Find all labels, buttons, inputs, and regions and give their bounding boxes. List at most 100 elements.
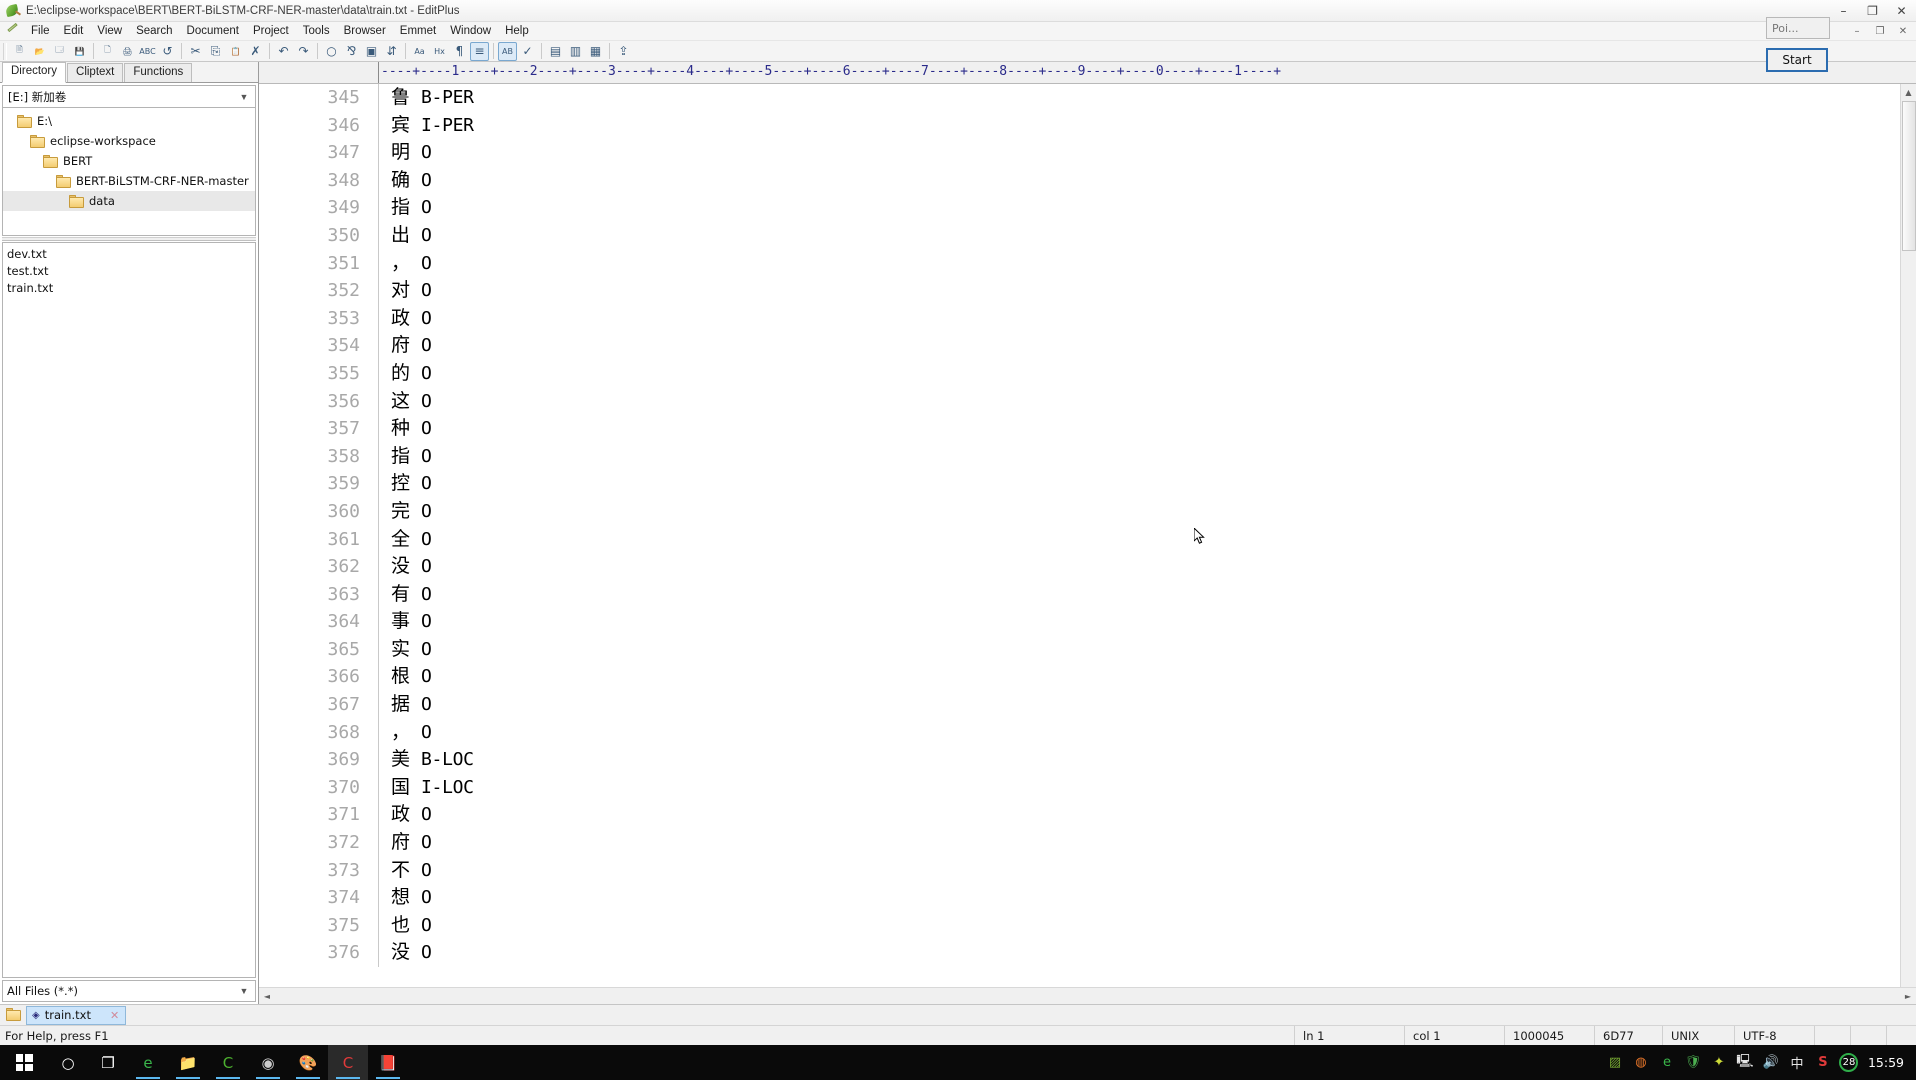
text-lines[interactable]: 345 鲁 B-PER 346 宾 I-PER 347 明 O 348 确 O 349 指 O 350 出 O 35…	[259, 84, 1900, 987]
editor-line[interactable]: 353 政 O	[259, 304, 1900, 333]
editor-line[interactable]: 367 据 O	[259, 691, 1900, 719]
close-button[interactable]: ✕	[1887, 0, 1916, 22]
vertical-scrollbar[interactable]: ▲	[1900, 84, 1916, 987]
tree-item-data[interactable]: data	[3, 191, 255, 211]
menu-item-emmet[interactable]: Emmet	[393, 23, 443, 39]
cut-icon[interactable]: ✂	[186, 42, 205, 61]
find-icon[interactable]: ○	[322, 42, 341, 61]
editor-line[interactable]: 370 国 I-LOC	[259, 773, 1900, 802]
menu-item-tools[interactable]: Tools	[296, 23, 337, 39]
reload-icon[interactable]: ↺	[158, 42, 177, 61]
user-tool-icon[interactable]: ▥	[566, 42, 585, 61]
editor-line[interactable]: 374 想 O	[259, 884, 1900, 912]
panel-splitter[interactable]	[2, 237, 256, 241]
menu-item-window[interactable]: Window	[443, 23, 498, 39]
menu-item-browser[interactable]: Browser	[337, 23, 393, 39]
security-score-badge[interactable]: 28	[1836, 1045, 1862, 1080]
toolbar-grip[interactable]	[3, 42, 7, 60]
new-file-icon[interactable]: 🗎	[10, 42, 29, 61]
update-tray-icon[interactable]: ✦	[1706, 1045, 1732, 1080]
nvidia-tray-icon[interactable]: ▨	[1602, 1045, 1628, 1080]
editor-line[interactable]: 358 指 O	[259, 442, 1900, 471]
folder-icon[interactable]	[6, 1008, 22, 1022]
close-file-icon[interactable]: 🗔	[50, 42, 69, 61]
editor-line[interactable]: 361 全 O	[259, 525, 1900, 554]
start-button[interactable]	[0, 1045, 48, 1080]
file-explorer-icon[interactable]: 📁	[168, 1045, 208, 1080]
status-resize-grip[interactable]	[1886, 1025, 1916, 1046]
tree-item-bert-bilstm-crf-ner-master[interactable]: BERT-BiLSTM-CRF-NER-master	[3, 171, 255, 191]
horizontal-scroll-track[interactable]	[275, 988, 1900, 1004]
tab-directory[interactable]: Directory	[2, 62, 67, 83]
cortana-search-icon[interactable]: ○	[48, 1045, 88, 1080]
goto-line-icon[interactable]: ⇵	[382, 42, 401, 61]
file-item-train-txt[interactable]: train.txt	[3, 279, 255, 296]
print-preview-icon[interactable]: 🗋	[98, 42, 117, 61]
horizontal-scrollbar[interactable]: ◄ ►	[259, 987, 1916, 1004]
replace-icon[interactable]: ⅋	[342, 42, 361, 61]
editor-line[interactable]: 348 确 O	[259, 166, 1900, 195]
editor-line[interactable]: 345 鲁 B-PER	[259, 84, 1900, 112]
editor-line[interactable]: 375 也 O	[259, 911, 1900, 940]
browser-preview-icon[interactable]: ▤	[546, 42, 565, 61]
taskbar-clock[interactable]: 15:59	[1862, 1055, 1916, 1070]
menu-item-project[interactable]: Project	[246, 23, 296, 39]
editor-line[interactable]: 359 控 O	[259, 470, 1900, 498]
minimize-button[interactable]: –	[1829, 0, 1858, 22]
file-item-test-txt[interactable]: test.txt	[3, 262, 255, 279]
doc-minimize-button[interactable]: –	[1846, 23, 1868, 39]
editor-line[interactable]: 352 对 O	[259, 277, 1900, 305]
scroll-up-arrow-icon[interactable]: ▲	[1900, 84, 1916, 100]
volume-icon[interactable]: 🔊	[1758, 1045, 1784, 1080]
wechat-icon[interactable]: C	[208, 1045, 248, 1080]
editor-line[interactable]: 373 不 O	[259, 856, 1900, 885]
editor-line[interactable]: 362 没 O	[259, 553, 1900, 581]
editor-line[interactable]: 351 ， O	[259, 249, 1900, 278]
doc-close-button[interactable]: ✕	[1892, 23, 1914, 39]
tree-item-eclipse-workspace[interactable]: eclipse-workspace	[3, 131, 255, 151]
redo-icon[interactable]: ↷	[294, 42, 313, 61]
paint-icon[interactable]: 🎨	[288, 1045, 328, 1080]
chevron-down-icon[interactable]: ▼	[236, 86, 252, 107]
tab-functions[interactable]: Functions	[124, 63, 193, 82]
scroll-right-arrow-icon[interactable]: ►	[1900, 988, 1916, 1004]
editplus-icon[interactable]: C	[328, 1045, 368, 1080]
undo-icon[interactable]: ↶	[274, 42, 293, 61]
hex-view-icon[interactable]: Hx	[430, 42, 449, 61]
editor-line[interactable]: 372 府 O	[259, 829, 1900, 857]
toggle-case-icon[interactable]: AB	[498, 41, 517, 61]
document-tab-train-txt[interactable]: ◈ train.txt ✕	[26, 1005, 127, 1025]
copy-icon[interactable]: ⎘	[206, 42, 225, 61]
doc-restore-button[interactable]: ❐	[1869, 23, 1891, 39]
find-in-files-icon[interactable]: ▣	[362, 42, 381, 61]
html-toolbar-icon[interactable]: ▦	[586, 42, 605, 61]
tree-item-e[interactable]: E:\	[3, 111, 255, 131]
menu-item-document[interactable]: Document	[180, 23, 246, 39]
task-view-icon[interactable]: ❐	[88, 1045, 128, 1080]
filter-chevron-down-icon[interactable]: ▼	[236, 981, 252, 1001]
spell-check-icon[interactable]: ABC	[138, 42, 157, 61]
delete-icon[interactable]: ✗	[246, 42, 265, 61]
menu-item-edit[interactable]: Edit	[57, 23, 91, 39]
drive-selector[interactable]: [E:] 新加卷 ▼	[2, 85, 256, 108]
editor-line[interactable]: 355 的 O	[259, 359, 1900, 388]
open-file-icon[interactable]: 📂	[30, 42, 49, 61]
vertical-scroll-thumb[interactable]	[1902, 101, 1916, 251]
app-tray-icon[interactable]: ◍	[1628, 1045, 1654, 1080]
notepad-icon[interactable]: 📕	[368, 1045, 408, 1080]
editor-line[interactable]: 346 宾 I-PER	[259, 111, 1900, 140]
file-filter-combo[interactable]: All Files (*.*) ▼	[2, 980, 256, 1002]
scroll-left-arrow-icon[interactable]: ◄	[259, 988, 275, 1004]
editor-line[interactable]: 349 指 O	[259, 194, 1900, 222]
editor-line[interactable]: 354 府 O	[259, 332, 1900, 360]
start-overlay-button[interactable]: Start	[1766, 48, 1828, 72]
editor-line[interactable]: 376 没 O	[259, 939, 1900, 967]
editor-line[interactable]: 364 事 O	[259, 608, 1900, 636]
tree-item-bert[interactable]: BERT	[3, 151, 255, 171]
save-file-icon[interactable]: 💾	[70, 42, 89, 61]
paste-icon[interactable]: 📋	[226, 42, 245, 61]
font-toggle-icon[interactable]: Aa	[410, 42, 429, 61]
maximize-button[interactable]: ❐	[1858, 0, 1887, 22]
editor-line[interactable]: 365 实 O	[259, 635, 1900, 664]
editor-line[interactable]: 357 种 O	[259, 415, 1900, 443]
